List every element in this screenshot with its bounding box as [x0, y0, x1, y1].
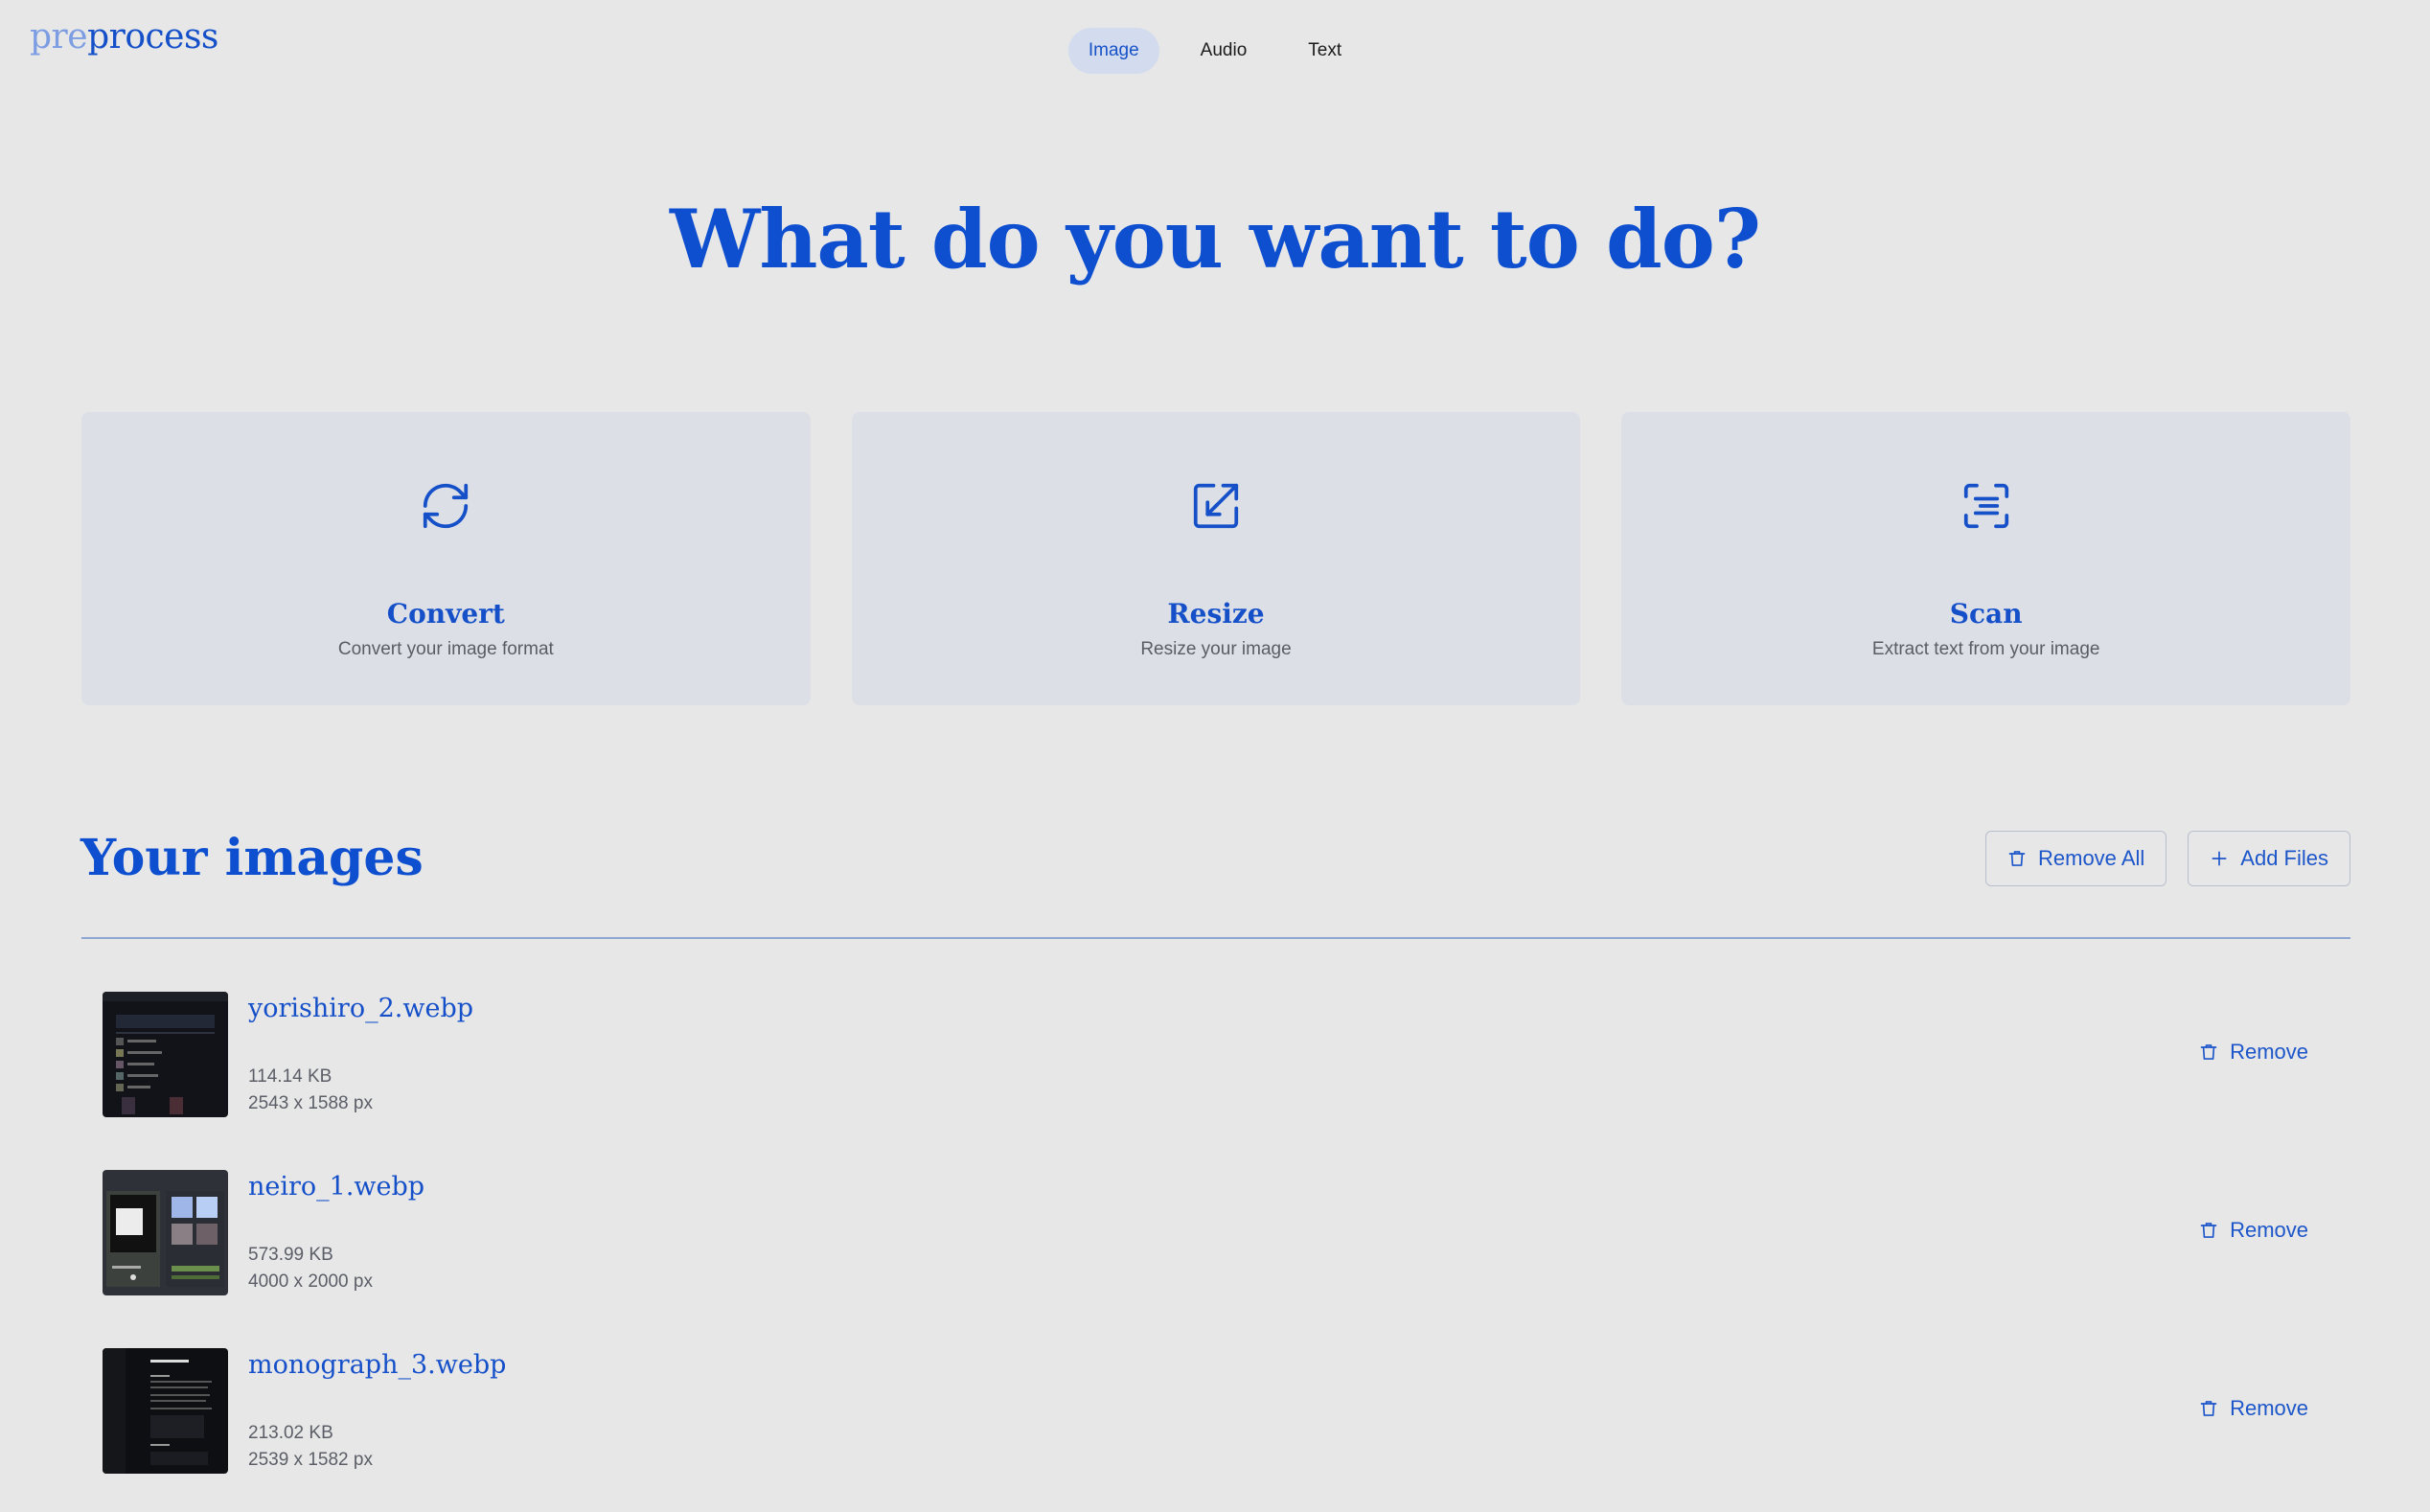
image-dimensions: 4000 x 2000 px: [248, 1271, 373, 1292]
page-title: What do you want to do?: [670, 192, 1761, 286]
scan-card[interactable]: Scan Extract text from your image: [1621, 412, 2351, 705]
section-divider: [81, 937, 2350, 939]
scan-subtitle: Extract text from your image: [1871, 639, 2100, 659]
tab-text[interactable]: Text: [1288, 28, 1362, 74]
image-meta: 114.14 KB 2543 x 1588 px: [248, 1064, 373, 1117]
image-actions: Remove All Add Files: [1985, 831, 2350, 886]
image-size: 114.14 KB: [248, 1066, 332, 1087]
convert-subtitle: Convert your image format: [337, 639, 554, 659]
resize-icon: [1187, 477, 1245, 535]
resize-subtitle: Resize your image: [1140, 639, 1292, 659]
image-thumbnail: [103, 1170, 228, 1295]
remove-label: Remove: [2230, 1396, 2308, 1420]
resize-card[interactable]: Resize Resize your image: [851, 412, 1581, 705]
list-item: neiro_1.webp 573.99 KB 4000 x 2000 px Re…: [81, 1151, 2350, 1329]
remove-button[interactable]: Remove: [2199, 1040, 2308, 1065]
trash-icon: [2008, 851, 2026, 866]
tab-audio[interactable]: Audio: [1181, 28, 1268, 74]
media-tabs: Image Audio Text: [0, 28, 2430, 74]
page: preprocess Image Audio Text What do you …: [0, 0, 2430, 1512]
image-thumbnail: [103, 992, 228, 1117]
image-size: 213.02 KB: [248, 1423, 333, 1443]
action-cards: Convert Convert your image format Resize…: [81, 412, 2351, 705]
image-dimensions: 2543 x 1588 px: [248, 1093, 373, 1113]
image-thumbnail: [103, 1348, 228, 1474]
remove-label: Remove: [2230, 1218, 2308, 1242]
remove-button[interactable]: Remove: [2199, 1218, 2308, 1243]
image-meta: 573.99 KB 4000 x 2000 px: [248, 1242, 373, 1295]
image-filename: neiro_1.webp: [248, 1172, 425, 1202]
image-list: yorishiro_2.webp 114.14 KB 2543 x 1588 p…: [81, 973, 2350, 1507]
remove-button[interactable]: Remove: [2199, 1396, 2308, 1421]
your-images-title: Your images: [80, 829, 424, 887]
refresh-icon: [417, 477, 474, 535]
trash-icon: [2200, 1401, 2217, 1416]
scan-title: Scan: [1949, 598, 2023, 630]
plus-icon: [2212, 851, 2227, 866]
image-dimensions: 2539 x 1582 px: [248, 1450, 373, 1470]
trash-icon: [2200, 1044, 2217, 1060]
list-item: monograph_3.webp 213.02 KB 2539 x 1582 p…: [81, 1329, 2350, 1507]
trash-icon: [2200, 1223, 2217, 1238]
image-size: 573.99 KB: [248, 1245, 333, 1265]
convert-card[interactable]: Convert Convert your image format: [81, 412, 811, 705]
scan-icon: [1958, 477, 2015, 535]
image-meta: 213.02 KB 2539 x 1582 px: [248, 1420, 373, 1474]
image-filename: yorishiro_2.webp: [248, 994, 474, 1023]
add-files-label: Add Files: [2240, 846, 2328, 870]
remove-label: Remove: [2230, 1040, 2308, 1064]
add-files-button[interactable]: Add Files: [2188, 831, 2350, 886]
remove-all-label: Remove All: [2038, 846, 2145, 870]
list-item: yorishiro_2.webp 114.14 KB 2543 x 1588 p…: [81, 973, 2350, 1151]
remove-all-button[interactable]: Remove All: [1985, 831, 2167, 886]
convert-title: Convert: [386, 598, 505, 630]
image-filename: monograph_3.webp: [248, 1350, 507, 1380]
resize-title: Resize: [1167, 598, 1265, 630]
tab-image[interactable]: Image: [1067, 28, 1159, 74]
